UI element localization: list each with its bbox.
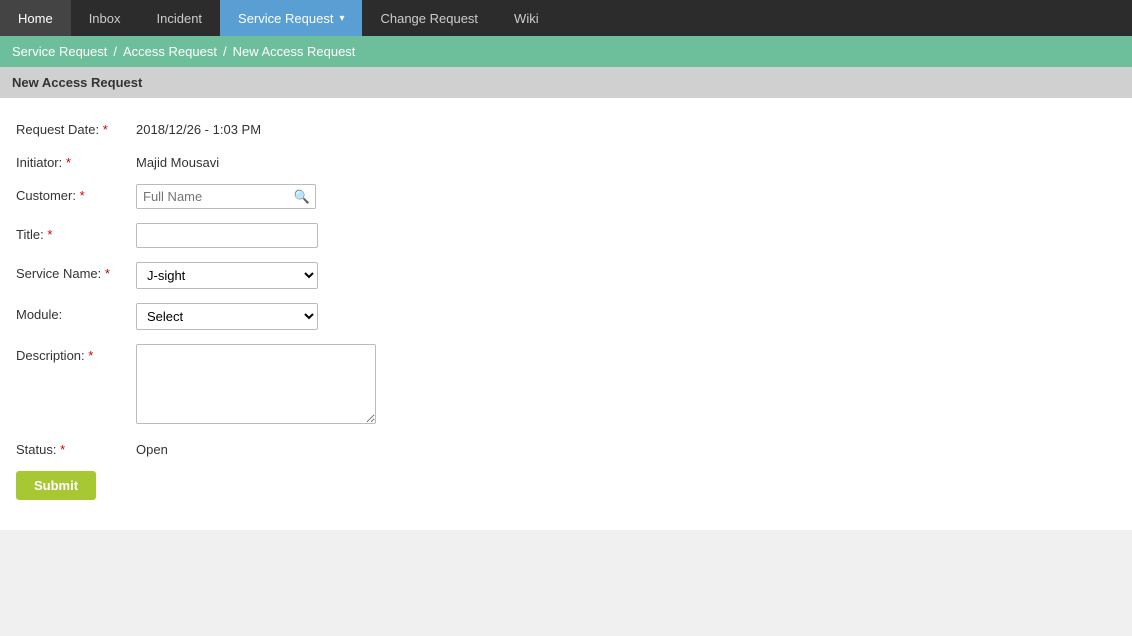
nav-incident[interactable]: Incident — [139, 0, 221, 36]
customer-input-wrap: 🔍 — [136, 184, 316, 209]
customer-row: Customer: * 🔍 — [16, 184, 1116, 209]
description-label: Description: * — [16, 344, 136, 363]
module-row: Module: Select Module1 Module2 — [16, 303, 1116, 330]
module-select[interactable]: Select Module1 Module2 — [136, 303, 318, 330]
service-name-label: Service Name: * — [16, 262, 136, 281]
breadcrumb-current: New Access Request — [233, 44, 356, 59]
request-date-value: 2018/12/26 - 1:03 PM — [136, 118, 261, 137]
title-label: Title: * — [16, 223, 136, 242]
required-marker: * — [103, 122, 108, 137]
customer-label: Customer: * — [16, 184, 136, 203]
submit-row: Submit — [16, 471, 1116, 500]
nav-wiki[interactable]: Wiki — [496, 0, 557, 36]
search-icon[interactable]: 🔍 — [294, 189, 310, 205]
request-date-label: Request Date: * — [16, 118, 136, 137]
required-marker-4: * — [47, 227, 52, 242]
breadcrumb-sep-2: / — [223, 44, 227, 59]
title-row: Title: * — [16, 223, 1116, 248]
nav-home[interactable]: Home — [0, 0, 71, 36]
initiator-value: Majid Mousavi — [136, 151, 219, 170]
breadcrumb-sep-1: / — [113, 44, 117, 59]
title-input[interactable] — [136, 223, 318, 248]
nav-bar: Home Inbox Incident Service Request ▾ Ch… — [0, 0, 1132, 36]
nav-change-request[interactable]: Change Request — [362, 0, 496, 36]
breadcrumb: Service Request / Access Request / New A… — [0, 36, 1132, 67]
module-label: Module: — [16, 303, 136, 322]
breadcrumb-service-request[interactable]: Service Request — [12, 44, 107, 59]
required-marker-5: * — [105, 266, 110, 281]
dropdown-arrow-icon: ▾ — [339, 13, 344, 24]
submit-button[interactable]: Submit — [16, 471, 96, 500]
status-label: Status: * — [16, 438, 136, 457]
required-marker-6: * — [88, 348, 93, 363]
description-textarea[interactable] — [136, 344, 376, 424]
status-row: Status: * Open — [16, 438, 1116, 457]
service-name-select[interactable]: J-sight Option2 Option3 — [136, 262, 318, 289]
page-title: New Access Request — [0, 67, 1132, 98]
nav-service-request-label: Service Request — [238, 11, 333, 26]
description-row: Description: * — [16, 344, 1116, 424]
initiator-label: Initiator: * — [16, 151, 136, 170]
request-date-row: Request Date: * 2018/12/26 - 1:03 PM — [16, 118, 1116, 137]
breadcrumb-access-request[interactable]: Access Request — [123, 44, 217, 59]
nav-inbox[interactable]: Inbox — [71, 0, 139, 36]
required-marker-3: * — [80, 188, 85, 203]
required-marker-2: * — [66, 155, 71, 170]
service-name-row: Service Name: * J-sight Option2 Option3 — [16, 262, 1116, 289]
nav-service-request[interactable]: Service Request ▾ — [220, 0, 362, 36]
status-value: Open — [136, 438, 168, 457]
form-container: Request Date: * 2018/12/26 - 1:03 PM Ini… — [0, 98, 1132, 530]
required-marker-7: * — [60, 442, 65, 457]
initiator-row: Initiator: * Majid Mousavi — [16, 151, 1116, 170]
customer-input[interactable] — [136, 184, 316, 209]
